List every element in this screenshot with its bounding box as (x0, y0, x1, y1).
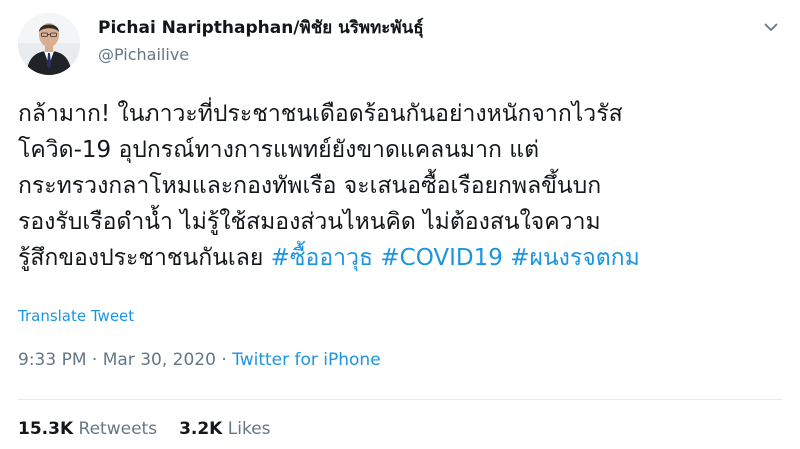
tweet-text: กล้ามาก! ในภาวะที่ประชาชนเดือดร้อนกันอย่… (18, 96, 788, 276)
tweet-text-line: รองรับเรือดำน้ำ ไม่รู้ใช้สมองส่วนไหนคิด … (18, 209, 601, 235)
tweet-card: Pichai Naripthaphan/พิชัย นริพทะพันธุ์ @… (0, 0, 800, 449)
tweet-time[interactable]: 9:33 PM (18, 350, 87, 370)
hashtag-link[interactable]: #ซื้ออาวุธ (271, 245, 373, 271)
likes-label: Likes (227, 419, 271, 439)
tweet-text-line: กล้ามาก! ในภาวะที่ประชาชนเดือดร้อนกันอย่… (18, 101, 623, 127)
tweet-text-line: โควิด-19 อุปกรณ์ทางการแพทย์ยังขาดแคลนมาก… (18, 137, 540, 163)
author-display-name[interactable]: Pichai Naripthaphan/พิชัย นริพทะพันธุ์ (98, 17, 424, 39)
hashtag-link[interactable]: #COVID19 (380, 245, 503, 271)
hashtag-link[interactable]: #ผนงรจตกม (510, 245, 640, 271)
retweets-stat[interactable]: 15.3K Retweets (18, 419, 157, 439)
divider (18, 399, 782, 400)
likes-count: 3.2K (179, 419, 223, 439)
translate-tweet-link[interactable]: Translate Tweet (18, 306, 134, 326)
avatar[interactable] (18, 13, 80, 75)
retweets-count: 15.3K (18, 419, 74, 439)
likes-stat[interactable]: 3.2K Likes (179, 419, 270, 439)
chevron-down-icon[interactable] (762, 18, 780, 36)
tweet-source-link[interactable]: Twitter for iPhone (232, 350, 381, 370)
tweet-stats: 15.3K Retweets 3.2K Likes (18, 417, 271, 441)
tweet-text-segment: รู้สึกของประชาชนกันเลย (18, 245, 264, 271)
tweet-text-line: กระทรวงกลาโหมและกองทัพเรือ จะเสนอซื้อเรื… (18, 173, 602, 199)
meta-separator: · (221, 350, 227, 370)
meta-separator: · (91, 350, 98, 370)
tweet-date[interactable]: Mar 30, 2020 (103, 350, 216, 370)
avatar-photo (18, 13, 80, 75)
tweet-text-last-line: รู้สึกของประชาชนกันเลย #ซื้ออาวุธ #COVID… (18, 240, 788, 276)
tweet-metadata: 9:33 PM · Mar 30, 2020 · Twitter for iPh… (18, 348, 381, 372)
author-handle[interactable]: @Pichailive (98, 44, 189, 66)
retweets-label: Retweets (78, 419, 158, 439)
